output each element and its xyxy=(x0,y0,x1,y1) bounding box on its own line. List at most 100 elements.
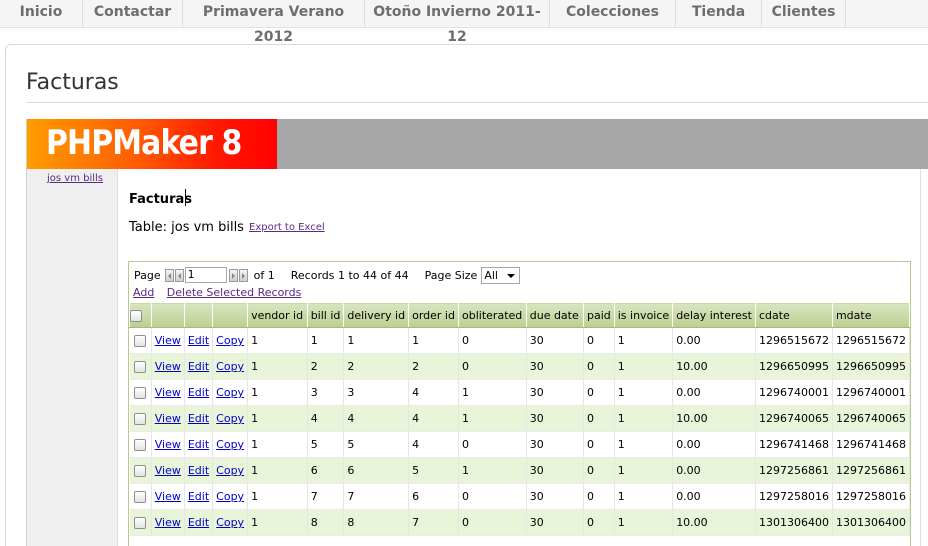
table-cell: 1 xyxy=(614,379,674,406)
page-count: of 1 xyxy=(253,268,275,282)
table-cell: 0 xyxy=(458,327,527,354)
row-checkbox[interactable] xyxy=(134,465,147,477)
table-cell: 1296740001 xyxy=(755,379,833,406)
select-all-checkbox[interactable] xyxy=(130,309,142,322)
table-cell: 1296740001 xyxy=(832,379,911,406)
nav-item-otono-invierno[interactable]: Otoño Invierno 2011-12 xyxy=(365,0,550,45)
column-header[interactable]: is invoice xyxy=(613,302,674,328)
column-header[interactable]: cdate xyxy=(754,302,833,328)
row-action-cell: Copy xyxy=(212,353,249,380)
right-edge xyxy=(920,169,928,546)
next-page-icon[interactable] xyxy=(228,268,238,282)
row-checkbox[interactable] xyxy=(134,387,147,399)
table-cell: 0 xyxy=(583,405,615,432)
copy-link[interactable]: Copy xyxy=(216,464,244,477)
column-header[interactable]: obliterated xyxy=(458,302,527,328)
row-select-cell xyxy=(129,431,152,458)
nav-item-primavera-verano[interactable]: Primavera Verano 2012 xyxy=(183,0,365,45)
row-select-cell xyxy=(129,379,152,406)
view-link[interactable]: View xyxy=(155,490,181,503)
table-cell: 1 xyxy=(458,457,527,484)
row-select-cell xyxy=(129,509,152,536)
table-row: View Edit Copy 1 8 8 7 0 30 0 1 10.00 1301306400 1301… xyxy=(129,509,911,536)
view-link[interactable]: View xyxy=(155,334,181,347)
view-link[interactable]: View xyxy=(155,438,181,451)
table-cell: 1 xyxy=(247,353,308,380)
row-action-cell: View xyxy=(151,327,185,354)
copy-link[interactable]: Copy xyxy=(216,412,244,425)
app-banner: PHPMaker 8 xyxy=(27,119,928,169)
sidebar-link-jos-vm-bills[interactable]: jos vm bills xyxy=(47,173,103,184)
row-checkbox[interactable] xyxy=(134,335,147,347)
nav-item-clientes[interactable]: Clientes xyxy=(762,0,846,28)
column-header[interactable]: bill id xyxy=(306,302,345,328)
column-header[interactable]: mdate xyxy=(831,302,911,328)
add-link[interactable]: Add xyxy=(133,286,154,299)
table-cell: 10.00 xyxy=(672,509,756,536)
column-header[interactable]: order id xyxy=(408,302,460,328)
row-select-cell xyxy=(129,483,152,510)
row-action-cell: View xyxy=(151,353,185,380)
row-select-cell xyxy=(129,327,152,354)
table-cell: 7 xyxy=(307,483,345,510)
table-cell: 5 xyxy=(408,457,460,484)
page-number-input[interactable]: 1 xyxy=(184,267,227,283)
last-page-icon[interactable] xyxy=(238,268,248,282)
view-link[interactable]: View xyxy=(155,412,181,425)
table-cell: 4 xyxy=(408,405,460,432)
column-header[interactable]: delivery id xyxy=(343,302,410,328)
row-checkbox[interactable] xyxy=(134,491,147,503)
table-cell: 1296650995 xyxy=(755,353,833,380)
copy-link[interactable]: Copy xyxy=(216,360,244,373)
table-cell: 1296741468 xyxy=(832,431,911,458)
edit-link[interactable]: Edit xyxy=(188,438,209,451)
view-link[interactable]: View xyxy=(155,360,181,373)
edit-link[interactable]: Edit xyxy=(188,464,209,477)
select-all-cell xyxy=(129,302,152,328)
table-cell: 1296515672 xyxy=(832,327,911,354)
edit-link[interactable]: Edit xyxy=(188,412,209,425)
page-size-select[interactable]: All xyxy=(481,266,521,284)
view-link[interactable]: View xyxy=(155,464,181,477)
header-actions-edit xyxy=(183,302,214,328)
row-action-cell: View xyxy=(151,457,185,484)
column-header[interactable]: delay interest xyxy=(672,302,756,328)
table-cell: 1 xyxy=(458,405,527,432)
copy-link[interactable]: Copy xyxy=(216,516,244,529)
nav-item-colecciones[interactable]: Colecciones xyxy=(550,0,676,28)
row-checkbox[interactable] xyxy=(134,413,147,425)
export-to-excel-link[interactable]: Export to Excel xyxy=(249,222,325,233)
edit-link[interactable]: Edit xyxy=(188,360,209,373)
row-action-cell: Copy xyxy=(212,379,249,406)
column-header[interactable]: vendor id xyxy=(247,302,308,328)
delete-selected-link[interactable]: Delete Selected Records xyxy=(167,286,302,299)
first-page-icon[interactable] xyxy=(164,268,174,282)
copy-link[interactable]: Copy xyxy=(216,334,244,347)
table-header-row: vendor id bill id delivery id order id o… xyxy=(129,302,911,328)
nav-item-contactar[interactable]: Contactar xyxy=(83,0,183,28)
column-header[interactable]: due date xyxy=(525,302,584,328)
edit-link[interactable]: Edit xyxy=(188,490,209,503)
view-link[interactable]: View xyxy=(155,386,181,399)
prev-page-icon[interactable] xyxy=(174,268,184,282)
row-checkbox[interactable] xyxy=(134,517,147,529)
edit-link[interactable]: Edit xyxy=(188,334,209,347)
table-cell: 30 xyxy=(526,457,584,484)
table-cell: 1 xyxy=(614,353,674,380)
row-checkbox[interactable] xyxy=(134,361,147,373)
column-header[interactable]: paid xyxy=(582,302,615,328)
table-cell: 1 xyxy=(408,327,460,354)
row-action-cell: Copy xyxy=(212,483,249,510)
edit-link[interactable]: Edit xyxy=(188,386,209,399)
edit-link[interactable]: Edit xyxy=(188,516,209,529)
nav-item-inicio[interactable]: Inicio xyxy=(0,0,83,28)
app-sidebar: jos vm bills xyxy=(27,169,118,546)
copy-link[interactable]: Copy xyxy=(216,490,244,503)
copy-link[interactable]: Copy xyxy=(216,386,244,399)
view-link[interactable]: View xyxy=(155,516,181,529)
nav-item-tienda[interactable]: Tienda xyxy=(676,0,762,28)
table-cell: 7 xyxy=(343,483,410,510)
row-checkbox[interactable] xyxy=(134,439,147,451)
pager: Page 1 of 1 Records 1 to 44 of 44 Page S… xyxy=(134,266,521,284)
copy-link[interactable]: Copy xyxy=(216,438,244,451)
